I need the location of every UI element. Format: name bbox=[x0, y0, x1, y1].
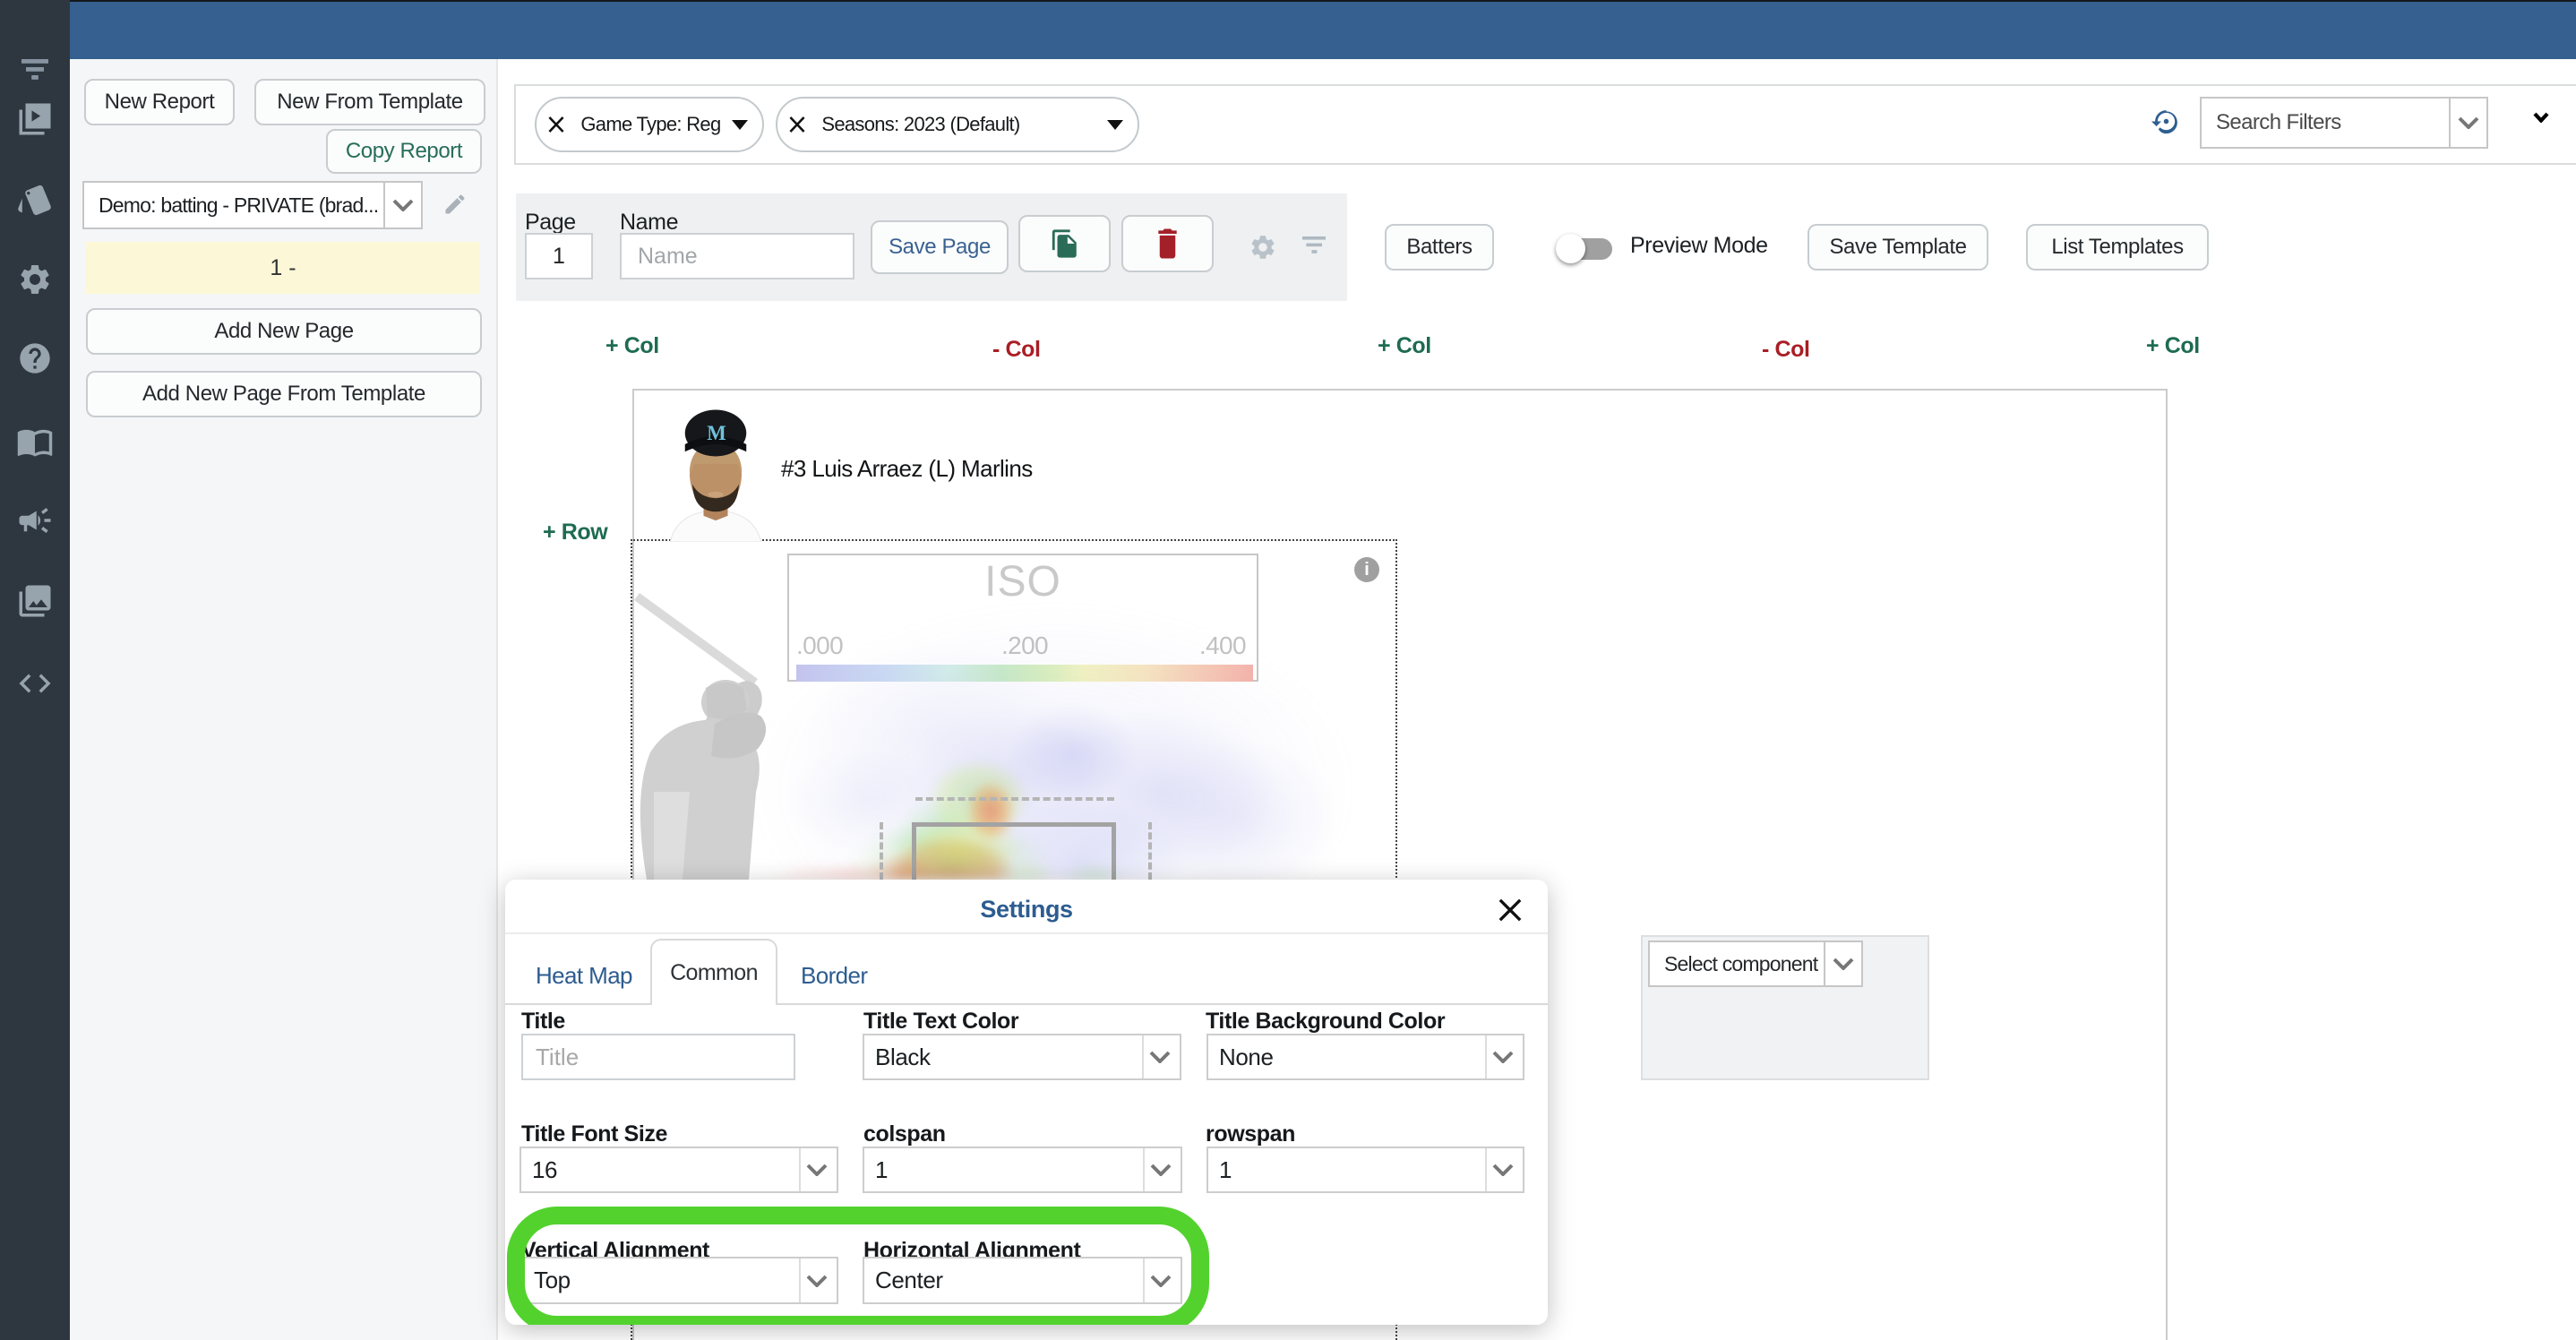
svg-text:M: M bbox=[707, 422, 726, 444]
